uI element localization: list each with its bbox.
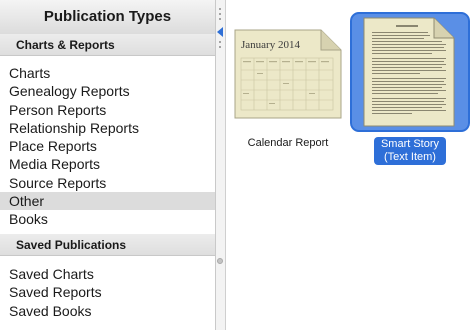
list-item-person-reports[interactable]: Person Reports [0,101,215,119]
grip-dot-icon [219,8,221,10]
panel-title: Publication Types [0,0,215,35]
gallery-item-calendar-report[interactable]: January 2014 Calendar Report [226,0,350,160]
list-item-books[interactable]: Books [0,210,215,228]
caption-calendar-report: Calendar Report [247,137,329,149]
text-page-icon [363,17,455,127]
grip-dot-icon [219,46,221,48]
list-item-saved-charts[interactable]: Saved Charts [0,265,215,283]
list-item-charts[interactable]: Charts [0,64,215,82]
grip-dot-icon [219,13,221,15]
list-item-other[interactable]: Other [0,192,215,211]
caption-smart-story: Smart Story (Text Item) [374,137,446,165]
section-header-saved-publications: Saved Publications [0,234,215,256]
caption-line-1: Smart Story [380,138,440,150]
list-item-relationship-reports[interactable]: Relationship Reports [0,119,215,137]
grip-dot-icon [219,18,221,20]
list-item-place-reports[interactable]: Place Reports [0,137,215,155]
list-item-saved-books[interactable]: Saved Books [0,302,215,320]
splitter-knob-icon[interactable] [217,258,223,264]
panel-splitter[interactable] [216,0,226,330]
publication-gallery: January 2014 Calendar Report Smart Story… [226,0,470,330]
list-item-genealogy-reports[interactable]: Genealogy Reports [0,82,215,100]
calendar-page-icon: January 2014 [234,29,342,119]
caption-line-2: (Text Item) [384,151,436,163]
saved-publications-list: Saved Charts Saved Reports Saved Books [0,265,215,320]
list-item-media-reports[interactable]: Media Reports [0,155,215,173]
gallery-item-smart-story[interactable]: Smart Story (Text Item) [350,0,470,190]
list-item-source-reports[interactable]: Source Reports [0,174,215,192]
triangle-left-icon[interactable] [217,27,223,37]
grip-dot-icon [219,41,221,43]
calendar-thumb-title: January 2014 [241,39,300,51]
charts-reports-list: Charts Genealogy Reports Person Reports … [0,64,215,229]
section-header-charts-reports: Charts & Reports [0,34,215,56]
list-item-saved-reports[interactable]: Saved Reports [0,283,215,301]
publication-types-panel: Publication Types Charts & Reports Chart… [0,0,216,330]
